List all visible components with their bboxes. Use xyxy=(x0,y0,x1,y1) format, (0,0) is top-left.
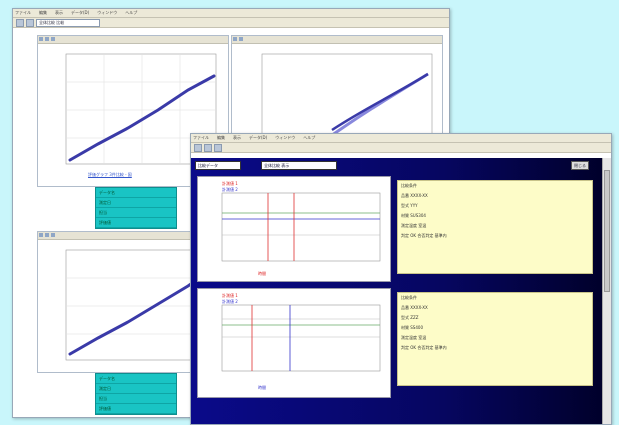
comparison-window: ファイル 編集 表示 データ(D) ウィンドウ ヘルプ 比較データ 全体比較 表… xyxy=(190,133,612,425)
copy-icon[interactable] xyxy=(51,37,55,41)
refresh-icon[interactable] xyxy=(214,143,222,152)
info-line: 判定 OK 合否判定 基準内 xyxy=(401,233,447,238)
info-box-bottom: データ名 測定日 担当 評価値 xyxy=(95,373,177,415)
comparison-view: 比較データ 全体比較 表示 閉じる 計測値 1 計測値 2 時間 比較条件 品番… xyxy=(191,158,611,424)
info-panel-2: 比較条件 品番 XXXX-XX 型式 ZZZ 材質 SS400 測定温度 室温 … xyxy=(397,292,593,386)
print-icon[interactable] xyxy=(45,37,49,41)
toolbar-title-field[interactable]: 全体比較 比較 xyxy=(36,18,100,27)
info-row: 評価値 xyxy=(96,404,176,414)
info-line: 型式 YYY xyxy=(401,203,418,208)
line-plot-2 xyxy=(221,304,381,372)
print-icon[interactable] xyxy=(239,37,243,41)
front-toolbar xyxy=(191,143,611,153)
menu-view[interactable]: 表示 xyxy=(55,10,63,16)
chart-caption[interactable]: 評価グラフ 3件比較 - 図 xyxy=(88,172,132,178)
forward-icon[interactable] xyxy=(204,143,212,152)
info-line: 材質 SUS304 xyxy=(401,213,426,218)
info-line: 型式 ZZZ xyxy=(401,315,419,320)
tab-comparison-data[interactable]: 比較データ xyxy=(195,161,241,170)
close-button[interactable]: 閉じる xyxy=(571,161,589,170)
menu-edit[interactable]: 編集 xyxy=(39,10,47,16)
menu-file[interactable]: ファイル xyxy=(193,135,209,141)
menu-window[interactable]: ウィンドウ xyxy=(275,135,295,141)
info-line: 材質 SS400 xyxy=(401,325,423,330)
copy-icon[interactable] xyxy=(51,233,55,237)
panel-toolbar xyxy=(232,36,442,44)
back-icon[interactable] xyxy=(194,143,202,152)
info-box-top: データ名 測定日 担当 評価値 xyxy=(95,187,177,229)
info-row: 測定日 xyxy=(96,384,176,394)
menu-data[interactable]: データ(D) xyxy=(71,10,89,16)
print-icon[interactable] xyxy=(45,233,49,237)
scrollbar-thumb[interactable] xyxy=(604,170,610,292)
info-line: 測定温度 室温 xyxy=(401,335,427,340)
info-line: 判定 OK 合否判定 基準内 xyxy=(401,345,447,350)
info-row: データ名 xyxy=(96,188,176,198)
info-row: 評価値 xyxy=(96,218,176,228)
menu-help[interactable]: ヘルプ xyxy=(125,10,137,16)
menu-file[interactable]: ファイル xyxy=(15,10,31,16)
comparison-chart-2: 計測値 1 計測値 2 時間 xyxy=(197,288,391,398)
zoom-icon[interactable] xyxy=(233,37,237,41)
menu-bar: ファイル 編集 表示 データ(D) ウィンドウ ヘルプ xyxy=(13,9,449,18)
info-line: 品番 XXXX-XX xyxy=(401,193,428,198)
info-line: 比較条件 xyxy=(401,295,417,300)
menu-bar: ファイル 編集 表示 データ(D) ウィンドウ ヘルプ xyxy=(191,134,611,143)
tab-overall-view[interactable]: 全体比較 表示 xyxy=(261,161,337,170)
info-line: 比較条件 xyxy=(401,183,417,188)
menu-edit[interactable]: 編集 xyxy=(217,135,225,141)
info-row: 測定日 xyxy=(96,198,176,208)
menu-data[interactable]: データ(D) xyxy=(249,135,267,141)
vertical-scrollbar[interactable] xyxy=(602,158,611,424)
menu-view[interactable]: 表示 xyxy=(233,135,241,141)
info-row: 担当 xyxy=(96,394,176,404)
main-toolbar: 全体比較 比較 xyxy=(13,18,449,28)
new-icon[interactable] xyxy=(16,18,24,27)
open-icon[interactable] xyxy=(26,18,34,27)
line-plot-1 xyxy=(221,192,381,262)
menu-help[interactable]: ヘルプ xyxy=(303,135,315,141)
comparison-chart-1: 計測値 1 計測値 2 時間 xyxy=(197,176,391,282)
panel-toolbar xyxy=(38,36,228,44)
info-panel-1: 比較条件 品番 XXXX-XX 型式 YYY 材質 SUS304 測定温度 室温… xyxy=(397,180,593,274)
menu-window[interactable]: ウィンドウ xyxy=(97,10,117,16)
info-row: データ名 xyxy=(96,374,176,384)
info-line: 測定温度 室温 xyxy=(401,223,427,228)
axis-caption: 時間 xyxy=(258,271,266,276)
zoom-icon[interactable] xyxy=(39,37,43,41)
info-line: 品番 XXXX-XX xyxy=(401,305,428,310)
axis-caption: 時間 xyxy=(258,385,266,390)
zoom-icon[interactable] xyxy=(39,233,43,237)
info-row: 担当 xyxy=(96,208,176,218)
